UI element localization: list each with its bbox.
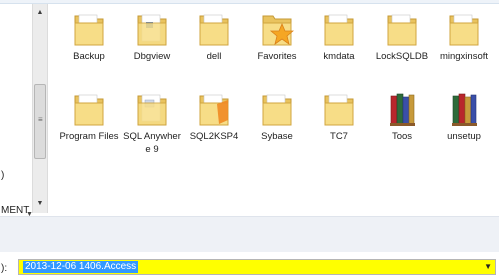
nav-item-0[interactable]: ) — [1, 170, 4, 181]
scrollbar-grip-icon: ≡ — [38, 115, 43, 124]
file-item[interactable]: unsetup — [433, 90, 495, 143]
file-item[interactable]: mingxinsoft — [433, 10, 495, 63]
file-item[interactable]: dell — [183, 10, 245, 63]
navigation-scrollbar[interactable]: ▲ ≡ ▼ — [32, 4, 48, 213]
folder-icon — [324, 14, 354, 46]
file-name: mingxinsoft — [439, 51, 489, 62]
file-item[interactable]: Program Files — [58, 90, 120, 143]
folder-icon — [199, 14, 229, 46]
file-name: dell — [206, 51, 222, 62]
dropdown-arrow-icon[interactable]: ▼ — [484, 260, 492, 274]
file-item[interactable]: TC7 — [308, 90, 370, 143]
filename-selected-text[interactable]: 2013-12-06 1406.Access — [23, 261, 139, 273]
filename-bar: ): 2013-12-06 1406.Access ▼ — [0, 216, 499, 275]
folder-icon — [262, 94, 292, 126]
filename-combobox[interactable]: 2013-12-06 1406.Access ▼ — [18, 259, 496, 275]
file-name: TC7 — [330, 131, 348, 142]
file-name: Program Files — [59, 131, 119, 142]
file-name: SQL2KSP4 — [189, 131, 239, 142]
file-item[interactable]: Backup — [58, 10, 120, 63]
file-item[interactable]: Toos — [371, 90, 433, 143]
window-top-edge — [0, 0, 499, 4]
folder-icon — [324, 94, 354, 126]
scroll-up-arrow-icon[interactable]: ▲ — [33, 6, 47, 20]
file-item[interactable]: Sybase — [246, 90, 308, 143]
file-name: Backup — [73, 51, 105, 62]
file-name: SQL Anywhere 9 — [123, 131, 181, 155]
file-item[interactable]: kmdata — [308, 10, 370, 63]
books-icon — [390, 93, 415, 126]
scroll-down-arrow-icon[interactable]: ▼ — [33, 197, 47, 211]
file-name: Sybase — [261, 131, 293, 142]
folder-icon — [199, 94, 229, 126]
file-item[interactable]: SQL Anywhere 9 — [121, 90, 183, 156]
file-name: Dbgview — [133, 51, 171, 62]
file-name: kmdata — [323, 51, 355, 62]
favorites-folder-icon — [262, 15, 294, 46]
file-name: Favorites — [257, 51, 297, 62]
file-name: LockSQLDB — [375, 51, 429, 62]
folder-icon — [74, 14, 104, 46]
folder-icon — [137, 14, 167, 46]
books-icon — [452, 93, 477, 126]
file-name: Toos — [391, 131, 413, 142]
file-name: unsetup — [447, 131, 481, 142]
folder-icon — [387, 14, 417, 46]
folder-icon — [137, 94, 167, 126]
file-item[interactable]: Dbgview — [121, 10, 183, 63]
folder-icon — [449, 14, 479, 46]
filename-label: ): — [1, 263, 8, 274]
file-item[interactable]: Favorites — [246, 10, 308, 63]
navigation-pane: ) MENT ▼ — [0, 4, 33, 218]
file-item[interactable]: LockSQLDB — [371, 10, 433, 63]
file-item[interactable]: SQL2KSP4 — [183, 90, 245, 143]
file-list: Backup Dbgview dell Favorites kmdata Loc… — [50, 10, 495, 210]
scrollbar-thumb[interactable]: ≡ — [34, 84, 46, 159]
folder-icon — [74, 94, 104, 126]
